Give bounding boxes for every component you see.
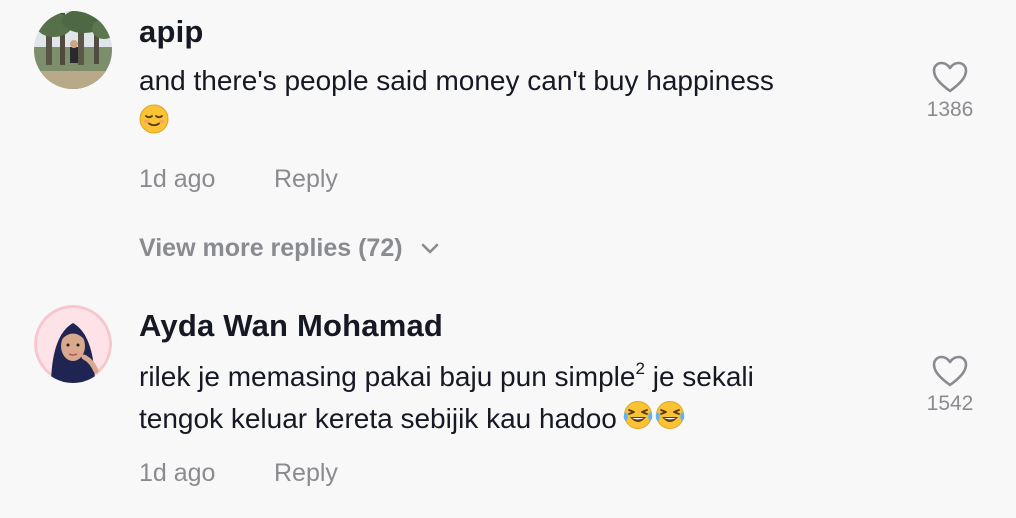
like-button[interactable]: 1542	[915, 354, 985, 416]
relieved-face-emoji-icon	[139, 104, 169, 146]
comment-timestamp: 1d ago	[139, 459, 216, 487]
comment-text-line-1-tail: je sekali	[644, 361, 754, 392]
comment-meta: 1d ago Reply	[139, 165, 338, 194]
comments-panel: apip and there's people said money can't…	[0, 0, 1016, 518]
avatar-photo	[34, 11, 112, 89]
comment-text: and there's people said money can't buy …	[139, 60, 899, 146]
chevron-down-icon	[421, 244, 438, 254]
superscript-two: 2	[635, 359, 645, 378]
avatar[interactable]	[34, 11, 112, 89]
comment-text-content: and there's people said money can't buy …	[139, 65, 774, 96]
comment-text-line-1: rilek je memasing pakai baju pun simple	[139, 361, 636, 392]
tears-of-joy-emoji-icon	[623, 400, 687, 442]
comment-username[interactable]: apip	[139, 14, 204, 50]
avatar-photo	[34, 305, 112, 383]
comment-timestamp: 1d ago	[139, 165, 216, 193]
reply-button[interactable]: Reply	[274, 165, 338, 194]
view-more-replies-label: View more replies (72)	[139, 234, 403, 262]
comment-meta: 1d ago Reply	[139, 459, 338, 488]
heart-icon	[932, 61, 968, 93]
like-button[interactable]: 1386	[915, 60, 985, 122]
heart-icon	[932, 355, 968, 387]
like-count: 1542	[926, 392, 974, 415]
view-more-replies-button[interactable]: View more replies (72)	[139, 234, 440, 263]
comment-text: rilek je memasing pakai baju pun simple2…	[139, 356, 899, 442]
avatar[interactable]	[34, 305, 112, 383]
comment-text-line-2: tengok keluar kereta sebijik kau hadoo	[139, 403, 617, 434]
reply-button[interactable]: Reply	[274, 459, 338, 488]
like-count: 1386	[926, 98, 974, 121]
comment-username[interactable]: Ayda Wan Mohamad	[139, 308, 443, 344]
